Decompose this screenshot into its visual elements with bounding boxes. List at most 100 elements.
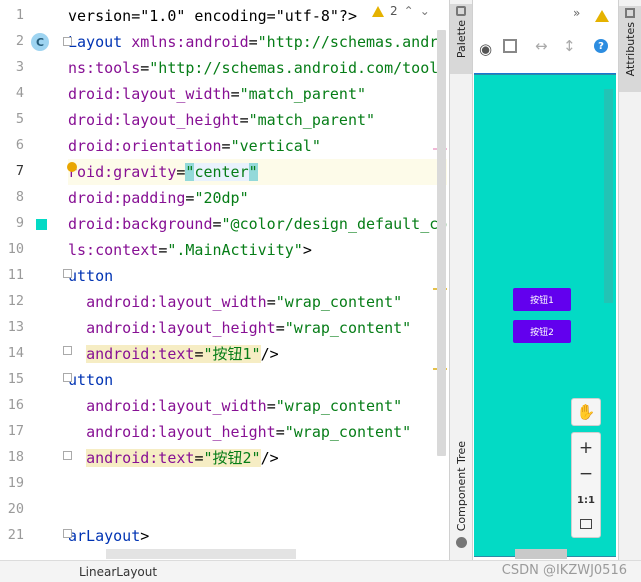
pan-button[interactable]: ✋	[571, 398, 601, 426]
tab-component-tree[interactable]: Component Tree	[450, 436, 472, 552]
code-token: =	[275, 319, 285, 337]
line-number: 19	[7, 475, 24, 491]
code-line[interactable]: droid:layout_width="match_parent"	[68, 81, 366, 107]
code-line[interactable]: android:layout_height="wrap_content"	[68, 419, 411, 445]
code-editor[interactable]: 1 2 3 4 5 6 7 8 9 10 11 12 13 14 15 16 17 18 19 20 21 versio…	[0, 0, 447, 560]
line-number: 16	[7, 397, 24, 413]
code-token: roid:gravity	[68, 163, 177, 181]
preview-horizontal-scrollbar[interactable]	[515, 549, 567, 559]
chevron-down-icon[interactable]: ⌄	[420, 4, 430, 18]
code-token: xmlns:android	[131, 33, 249, 51]
code-token: />	[260, 345, 279, 363]
line-number: 4	[15, 85, 24, 101]
fold-marker-icon[interactable]	[63, 529, 72, 538]
expand-chevron-icon[interactable]: »	[573, 6, 580, 20]
warning-icon[interactable]	[595, 10, 609, 22]
code-token: =	[158, 241, 168, 259]
zoom-actual-button[interactable]: 1:1	[572, 487, 600, 513]
breadcrumb[interactable]: LinearLayout	[79, 565, 157, 579]
preview-button-1[interactable]: 按钮1	[513, 288, 571, 311]
help-icon[interactable]: ?	[594, 39, 608, 53]
code-line[interactable]: version="1.0" encoding="utf-8"?>	[68, 3, 357, 29]
design-blueprint-icon[interactable]	[503, 39, 517, 53]
code-line[interactable]: android:text="按钮1"/>	[68, 341, 279, 367]
code-line[interactable]: arLayout>	[68, 523, 149, 549]
color-swatch-icon[interactable]	[36, 219, 47, 230]
code-token: =	[266, 293, 276, 311]
code-area[interactable]: version="1.0" encoding="utf-8"?> Layout x…	[68, 0, 447, 560]
line-number: 1	[15, 7, 24, 23]
tab-attributes[interactable]: Attributes	[619, 6, 641, 92]
preview-scrollbar	[604, 89, 613, 303]
code-line[interactable]: android:layout_height="wrap_content"	[68, 315, 411, 341]
code-line[interactable]: android:layout_width="wrap_content"	[68, 289, 402, 315]
editor-gutter: 1 2 3 4 5 6 7 8 9 10 11 12 13 14 15 16 17 18 19 20 21	[0, 0, 68, 560]
right-tool-strip: Attributes	[618, 0, 641, 560]
code-line[interactable]: droid:background="@color/design_default_…	[68, 211, 447, 237]
code-line[interactable]: droid:layout_height="match_parent"	[68, 107, 375, 133]
fit-screen-icon	[580, 519, 592, 529]
code-line[interactable]: droid:orientation="vertical"	[68, 133, 321, 159]
line-number: 15	[7, 371, 24, 387]
line-number: 11	[7, 267, 24, 283]
fold-marker-icon[interactable]	[63, 269, 72, 278]
line-number: 13	[7, 319, 24, 335]
code-token: />	[260, 449, 279, 467]
code-token: =	[275, 423, 285, 441]
component-tree-icon	[455, 537, 467, 548]
code-line[interactable]: android:layout_width="wrap_content"	[68, 393, 402, 419]
eye-icon[interactable]: ◉	[479, 40, 492, 58]
attributes-icon	[625, 8, 635, 18]
code-line[interactable]: ls:context=".MainActivity">	[68, 237, 312, 263]
tab-attributes-label: Attributes	[623, 22, 637, 77]
code-token: "match_parent"	[239, 85, 367, 103]
code-line[interactable]: droid:padding="20dp"	[68, 185, 249, 211]
horizontal-scrollbar[interactable]	[106, 549, 296, 559]
code-token: android:layout_height	[86, 319, 276, 337]
vertical-resize-icon[interactable]: ↕	[563, 37, 576, 55]
line-number: 3	[15, 59, 24, 75]
line-number: 6	[15, 137, 24, 153]
line-number: 20	[7, 501, 24, 517]
code-line[interactable]: Layout xmlns:android="http://schemas.and…	[68, 29, 438, 55]
vertical-scrollbar[interactable]	[437, 30, 446, 456]
watermark: CSDN @IKZWJ0516	[501, 563, 627, 578]
fold-marker-icon[interactable]	[63, 373, 72, 382]
code-token: "vertical"	[230, 137, 321, 155]
code-token: "match_parent"	[248, 111, 376, 129]
fold-marker-icon[interactable]	[63, 346, 72, 355]
code-line[interactable]: roid:gravity="center"	[68, 159, 258, 185]
line-number: 21	[7, 527, 24, 543]
warning-icon	[372, 5, 384, 17]
code-line[interactable]: utton	[68, 263, 113, 289]
code-line[interactable]: ns:tools="http://schemas.android.com/too…	[68, 55, 438, 81]
code-token: Layout	[68, 33, 132, 51]
code-token: =	[221, 137, 231, 155]
preview-button-2[interactable]: 按钮2	[513, 320, 571, 343]
code-token: "	[248, 163, 258, 181]
code-token: droid:padding	[68, 189, 186, 207]
line-number: 9	[15, 215, 24, 231]
design-preview-panel: » ◉ ↔ ↕ ? 按钮1 按钮2 ✋ + − 1:1	[473, 0, 618, 560]
tab-palette[interactable]: Palette	[450, 4, 472, 74]
code-token: "@color/design_default_co	[221, 215, 447, 233]
code-line[interactable]: android:text="按钮2"/>	[68, 445, 279, 471]
code-token: "按钮2"	[203, 449, 261, 467]
code-token: =	[230, 85, 240, 103]
fold-marker-icon[interactable]	[63, 37, 72, 46]
zoom-in-button[interactable]: +	[572, 435, 600, 461]
class-badge-icon[interactable]: C	[31, 33, 49, 51]
fold-marker-icon[interactable]	[63, 451, 72, 460]
tab-component-tree-label: Component Tree	[454, 440, 468, 531]
intention-bulb-icon[interactable]	[67, 162, 77, 172]
line-number: 18	[7, 449, 24, 465]
zoom-out-button[interactable]: −	[572, 461, 600, 487]
line-number: 7	[15, 163, 24, 179]
design-toolbar: » ◉ ↔ ↕ ?	[473, 0, 618, 62]
code-line[interactable]: utton	[68, 367, 113, 393]
inspection-widget[interactable]: 2 ⌃ ⌄	[372, 4, 430, 18]
zoom-fit-button[interactable]	[572, 511, 600, 537]
horizontal-resize-icon[interactable]: ↔	[535, 37, 548, 55]
chevron-up-icon[interactable]: ⌃	[404, 4, 414, 18]
